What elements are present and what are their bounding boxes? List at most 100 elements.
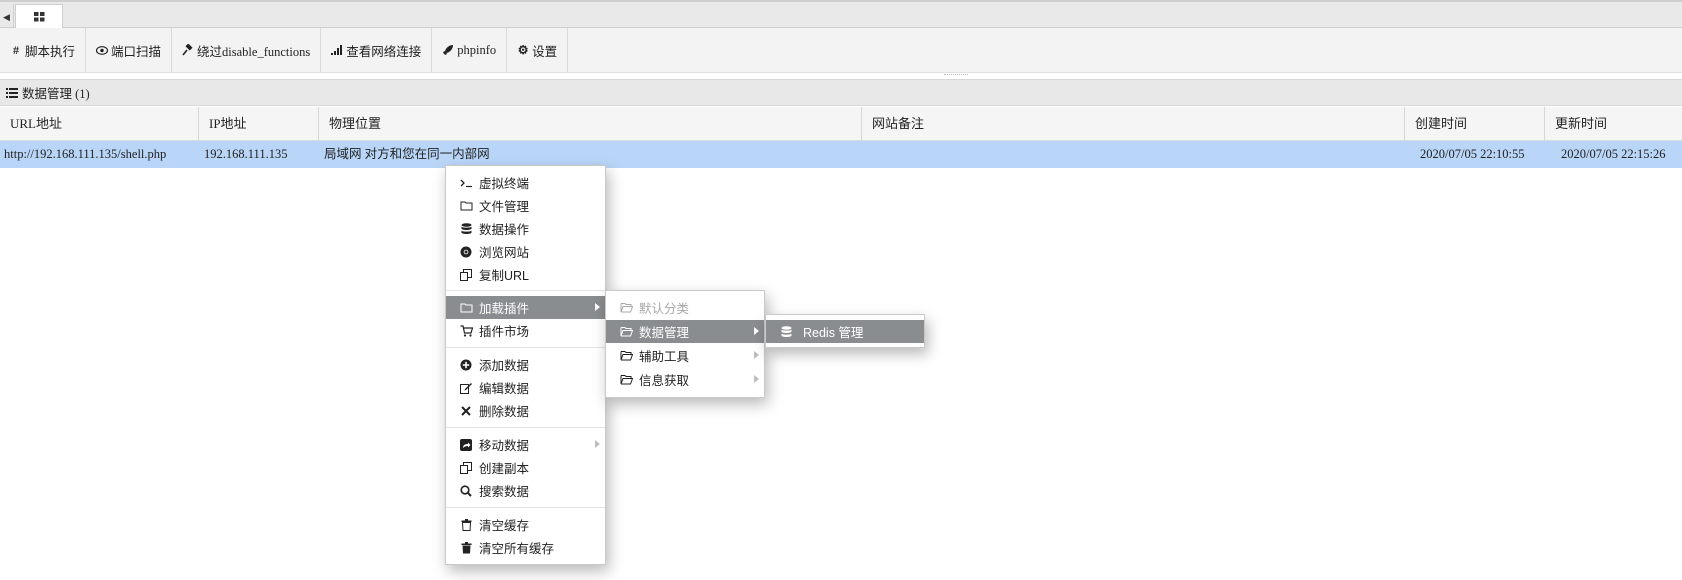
menu-item-label: 默认分类 [639,302,690,316]
menu-item-load-plugin[interactable]: 加载插件 [446,296,605,319]
menu-item-terminal[interactable]: 虚拟终端 [446,171,605,194]
column-header-updated[interactable]: 更新时间 [1545,107,1682,141]
resize-handle[interactable] [944,74,968,76]
chrome-icon [459,245,473,259]
column-header-location[interactable]: 物理位置 [319,107,862,141]
context-menu: 虚拟终端 文件管理 数据操作 浏览网站 复制URL 加载插件 插件市场 添加数据… [445,165,606,565]
submenu-item-info-gathering[interactable]: 信息获取 [606,368,764,391]
grid-icon [33,12,44,22]
menu-item-label: 移动数据 [479,439,530,453]
port-scan-button[interactable]: 端口扫描 [86,27,173,73]
gear-icon: ⚙ [517,42,529,57]
caret-left-icon[interactable]: ◀ [0,4,14,30]
menu-item-copy-url[interactable]: 复制URL [446,263,605,286]
menu-item-label: 清空缓存 [479,519,530,533]
submenu-arrow-icon [754,375,759,383]
list-icon [6,87,18,98]
bypass-disable-functions-button[interactable]: 绕过disable_functions [172,27,322,73]
toolbar-label: 绕过disable_functions [197,44,311,59]
menu-item-label: 文件管理 [479,200,530,214]
tab-strip: ◀ [0,0,1682,30]
table-row[interactable]: http://192.168.111.135/shell.php 192.168… [0,141,1682,168]
menu-item-plugin-market[interactable]: 插件市场 [446,319,605,342]
data-management-submenu: Redis 管理 [765,314,925,348]
menu-item-move-data[interactable]: 移动数据 [446,433,605,456]
menu-item-label: Redis 管理 [803,326,864,340]
plugin-submenu: 默认分类 数据管理 辅助工具 信息获取 [605,290,765,398]
cart-icon [459,324,473,338]
menu-item-label: 辅助工具 [639,350,690,364]
folder-open-icon [619,349,633,363]
grid-header: URL地址 IP地址 物理位置 网站备注 创建时间 更新时间 [0,107,1682,141]
toolbar-label: phpinfo [457,42,497,57]
column-header-ip[interactable]: IP地址 [199,107,319,141]
cell-ip: 192.168.111.135 [204,147,288,161]
toolbar: # 脚本执行 端口扫描 绕过disable_functions 查看网络连接 p… [0,27,1682,73]
column-header-created[interactable]: 创建时间 [1405,107,1545,141]
edit-icon [459,381,473,395]
column-header-url[interactable]: URL地址 [0,107,199,141]
cell-note [867,141,1397,168]
menu-item-data-ops[interactable]: 数据操作 [446,217,605,240]
hammer-icon [182,44,194,56]
script-exec-button[interactable]: # 脚本执行 [0,27,87,73]
submenu-item-redis-manager[interactable]: Redis 管理 [766,320,924,343]
eye-icon [96,44,109,56]
trash-icon [459,518,473,532]
trash-icon [459,541,473,555]
column-header-note[interactable]: 网站备注 [862,107,1405,141]
submenu-item-aux-tools[interactable]: 辅助工具 [606,344,764,367]
folder-open-icon [619,325,633,339]
tab-home[interactable] [15,4,63,29]
menu-item-label: 加载插件 [479,302,530,316]
toolbar-label: 设置 [532,44,558,59]
plus-circle-icon [459,358,473,372]
submenu-arrow-icon [754,327,759,335]
menu-item-clear-all-cache[interactable]: 清空所有缓存 [446,536,605,559]
menu-separator [446,507,605,508]
submenu-arrow-icon [595,303,600,311]
menu-item-browse-site[interactable]: 浏览网站 [446,240,605,263]
submenu-item-default-category[interactable]: 默认分类 [606,296,764,319]
cell-location: 局域网 对方和您在同一内部网 [324,147,490,161]
search-icon [459,484,473,498]
toolbar-label: 端口扫描 [111,44,162,59]
menu-item-clear-cache[interactable]: 清空缓存 [446,513,605,536]
folder-icon [459,301,473,315]
submenu-arrow-icon [754,351,759,359]
submenu-item-data-management[interactable]: 数据管理 [606,320,764,343]
settings-button[interactable]: ⚙ 设置 [507,27,569,73]
toolbar-label: 脚本执行 [25,44,76,59]
menu-item-label: 创建副本 [479,462,530,476]
menu-item-create-copy[interactable]: 创建副本 [446,456,605,479]
folder-open-icon [619,301,633,315]
menu-item-label: 编辑数据 [479,382,530,396]
menu-item-search-data[interactable]: 搜索数据 [446,479,605,502]
copy-icon [459,268,473,282]
menu-separator [446,347,605,348]
menu-item-label: 信息获取 [639,374,690,388]
cell-url: http://192.168.111.135/shell.php [4,147,167,161]
network-connections-button[interactable]: 查看网络连接 [321,27,433,73]
cell-updated: 2020/07/05 22:15:26 [1561,147,1666,161]
menu-item-label: 清空所有缓存 [479,542,555,556]
submenu-arrow-icon [595,440,600,448]
menu-item-label: 删除数据 [479,405,530,419]
menu-item-label: 数据操作 [479,223,530,237]
terminal-icon [459,176,473,190]
menu-item-file-manager[interactable]: 文件管理 [446,194,605,217]
menu-item-edit-data[interactable]: 编辑数据 [446,376,605,399]
menu-item-label: 虚拟终端 [479,177,530,191]
menu-item-add-data[interactable]: 添加数据 [446,353,605,376]
toolbar-label: 查看网络连接 [346,44,422,59]
times-icon [459,404,473,418]
menu-item-label: 搜索数据 [479,485,530,499]
menu-item-delete-data[interactable]: 删除数据 [446,399,605,422]
section-title: 数据管理 (1) [22,87,90,101]
folder-open-icon [619,373,633,387]
menu-item-label: 复制URL [479,269,530,283]
database-icon [459,222,473,236]
phpinfo-button[interactable]: phpinfo [432,27,508,73]
menu-separator [446,290,605,291]
rocket-icon [442,44,454,56]
